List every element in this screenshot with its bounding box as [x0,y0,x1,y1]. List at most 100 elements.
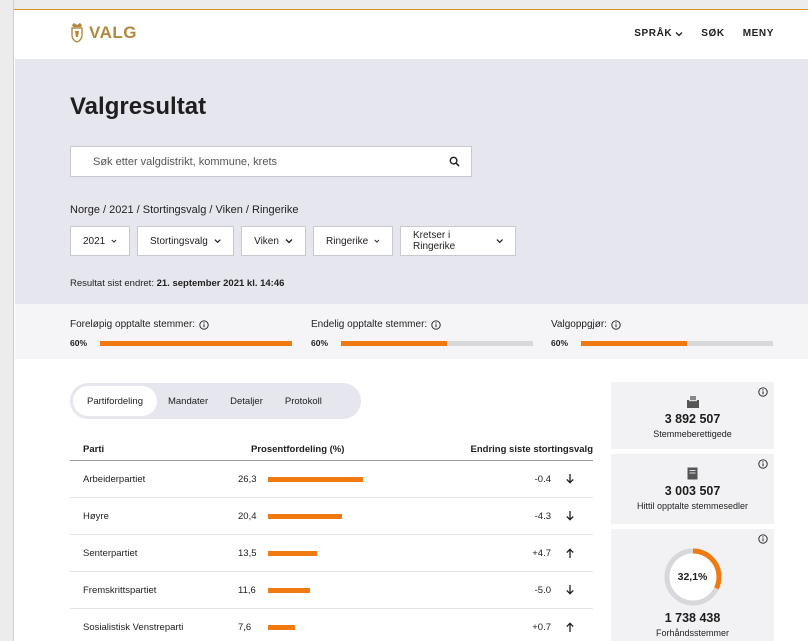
party-name: Senterpartiet [83,547,138,559]
info-icon[interactable] [199,319,209,330]
party-change: +4.7 [532,547,551,559]
filter-county[interactable]: Viken [241,226,306,256]
chevron-down-icon [111,239,117,243]
window-top-edge [14,0,808,10]
nav-language[interactable]: SPRÅK [634,28,683,39]
nav-language-label: SPRÅK [634,28,673,39]
table-row[interactable]: Arbeiderpartiet 26,3 -0.4 [70,461,593,498]
party-percent-bar [268,624,295,630]
table-row[interactable]: Senterpartiet 13,5 +4.7 [70,535,593,572]
party-change: -4.3 [534,510,551,522]
party-percent-bar [268,476,363,482]
party-percent-cell: 20,4 [238,511,468,522]
party-percent: 26,3 [238,473,257,485]
chevron-down-icon [214,239,221,244]
hero-section: Valgresultat Søk etter valgdistrikt, kom… [15,59,808,304]
filter-district-label: Kretser i Ringerike [413,230,456,252]
card-eligible-label: Stemmeberettigede [653,429,732,439]
card-counted-value: 3 003 507 [664,484,721,498]
chevron-down-icon [496,239,503,244]
progress-settlement: Valgoppgjør: 60% [551,319,773,348]
search-icon[interactable] [437,156,471,167]
valg-logo[interactable]: VALG [69,23,137,43]
filter-bar: 2021 Stortingsvalg Viken Ringerike Krets… [70,226,516,256]
filter-county-label: Viken [254,235,279,247]
filter-district[interactable]: Kretser i Ringerike [400,226,516,256]
tab-partifordeling[interactable]: Partifordeling [73,386,157,416]
header-percent: Prosentfordeling (%) [251,444,345,455]
progress-final-label: Endelig opptalte stemmer: [311,319,428,330]
tab-protokoll[interactable]: Protokoll [274,386,333,416]
party-percent: 20,4 [238,510,257,522]
progress-settlement-fill [581,340,687,346]
tab-protokoll-label: Protokoll [284,395,322,407]
party-results-table: Parti Prosentfordeling (%) Endring siste… [70,439,593,641]
table-header: Parti Prosentfordeling (%) Endring siste… [70,439,593,461]
card-advance-value: 1 738 438 [664,611,721,625]
donut-percent: 32,1% [677,571,708,583]
party-percent-cell: 7,6 [238,622,468,633]
count-progress-strip: Foreløpig opptalte stemmer: 60% Endelig … [15,304,808,359]
party-change-cell: -4.3 [468,511,593,522]
page: VALG SPRÅK SØK MENY Valgresultat Søk ett… [15,11,808,641]
party-percent-bar [268,513,342,519]
ballot-paper-icon [687,467,698,480]
party-change: -0.4 [534,473,551,485]
card-counted-ballots: 3 003 507 Hittil opptalte stemmesedler [611,454,774,524]
info-icon[interactable] [431,319,441,330]
chevron-down-icon [374,239,380,243]
nav-menu[interactable]: MENY [743,28,774,39]
advance-votes-donut: 32,1% [663,547,723,607]
tab-detaljer[interactable]: Detaljer [219,386,274,416]
arrow-down-icon [565,585,575,595]
filter-election[interactable]: Stortingsvalg [137,226,234,256]
info-icon[interactable] [758,459,768,469]
party-percent-cell: 11,6 [238,585,468,596]
table-row[interactable]: Sosialistisk Venstreparti 7,6 +0.7 [70,609,593,641]
search-placeholder: Søk etter valgdistrikt, kommune, krets [93,155,277,168]
tab-partifordeling-label: Partifordeling [87,395,143,407]
last-updated-prefix: Resultat sist endret: [70,278,154,289]
logo-text: VALG [89,23,137,42]
party-percent-cell: 26,3 [238,474,468,485]
tab-mandater-label: Mandater [167,395,209,407]
chevron-down-icon [285,239,293,244]
party-percent-bar [268,587,310,593]
filter-year[interactable]: 2021 [70,226,130,256]
search-input[interactable]: Søk etter valgdistrikt, kommune, krets [70,146,472,177]
last-updated: Resultat sist endret: 21. september 2021… [70,278,284,289]
chevron-down-icon [675,31,683,36]
ballot-box-icon [686,396,699,408]
card-counted-label: Hittil opptalte stemmesedler [636,501,749,511]
coat-of-arms-icon [71,23,83,43]
info-icon[interactable] [611,319,621,330]
progress-preliminary-percent: 60% [70,338,88,348]
party-change: +0.7 [532,621,551,633]
table-row[interactable]: Høyre 20,4 -4.3 [70,498,593,535]
filter-municipality[interactable]: Ringerike [313,226,393,256]
window-left-edge [0,0,14,641]
header-change: Endring siste stortingsvalg [470,444,593,455]
progress-settlement-label: Valgoppgjør: [551,319,607,330]
result-tabs: Partifordeling Mandater Detaljer Protoko… [70,383,361,419]
card-advance-votes: 32,1% 1 738 438 Forhåndsstemmer [611,529,774,641]
filter-municipality-label: Ringerike [326,235,369,247]
arrow-down-icon [565,474,575,484]
info-icon[interactable] [758,534,768,544]
arrow-down-icon [565,511,575,521]
tab-mandater[interactable]: Mandater [157,386,219,416]
progress-settlement-percent: 60% [551,338,569,348]
tab-detaljer-label: Detaljer [230,395,263,407]
progress-preliminary-track [100,340,292,346]
nav-search[interactable]: SØK [701,28,724,39]
progress-final-percent: 60% [311,338,329,348]
info-icon[interactable] [758,387,768,397]
party-change-cell: +0.7 [468,622,593,633]
progress-final-fill [341,340,447,346]
table-row[interactable]: Fremskrittspartiet 11,6 -5.0 [70,572,593,609]
progress-final-track [341,340,533,346]
party-change-cell: -5.0 [468,585,593,596]
page-title: Valgresultat [70,93,207,120]
card-eligible-voters: 3 892 507 Stemmeberettigede [611,382,774,449]
party-change-cell: +4.7 [468,548,593,559]
